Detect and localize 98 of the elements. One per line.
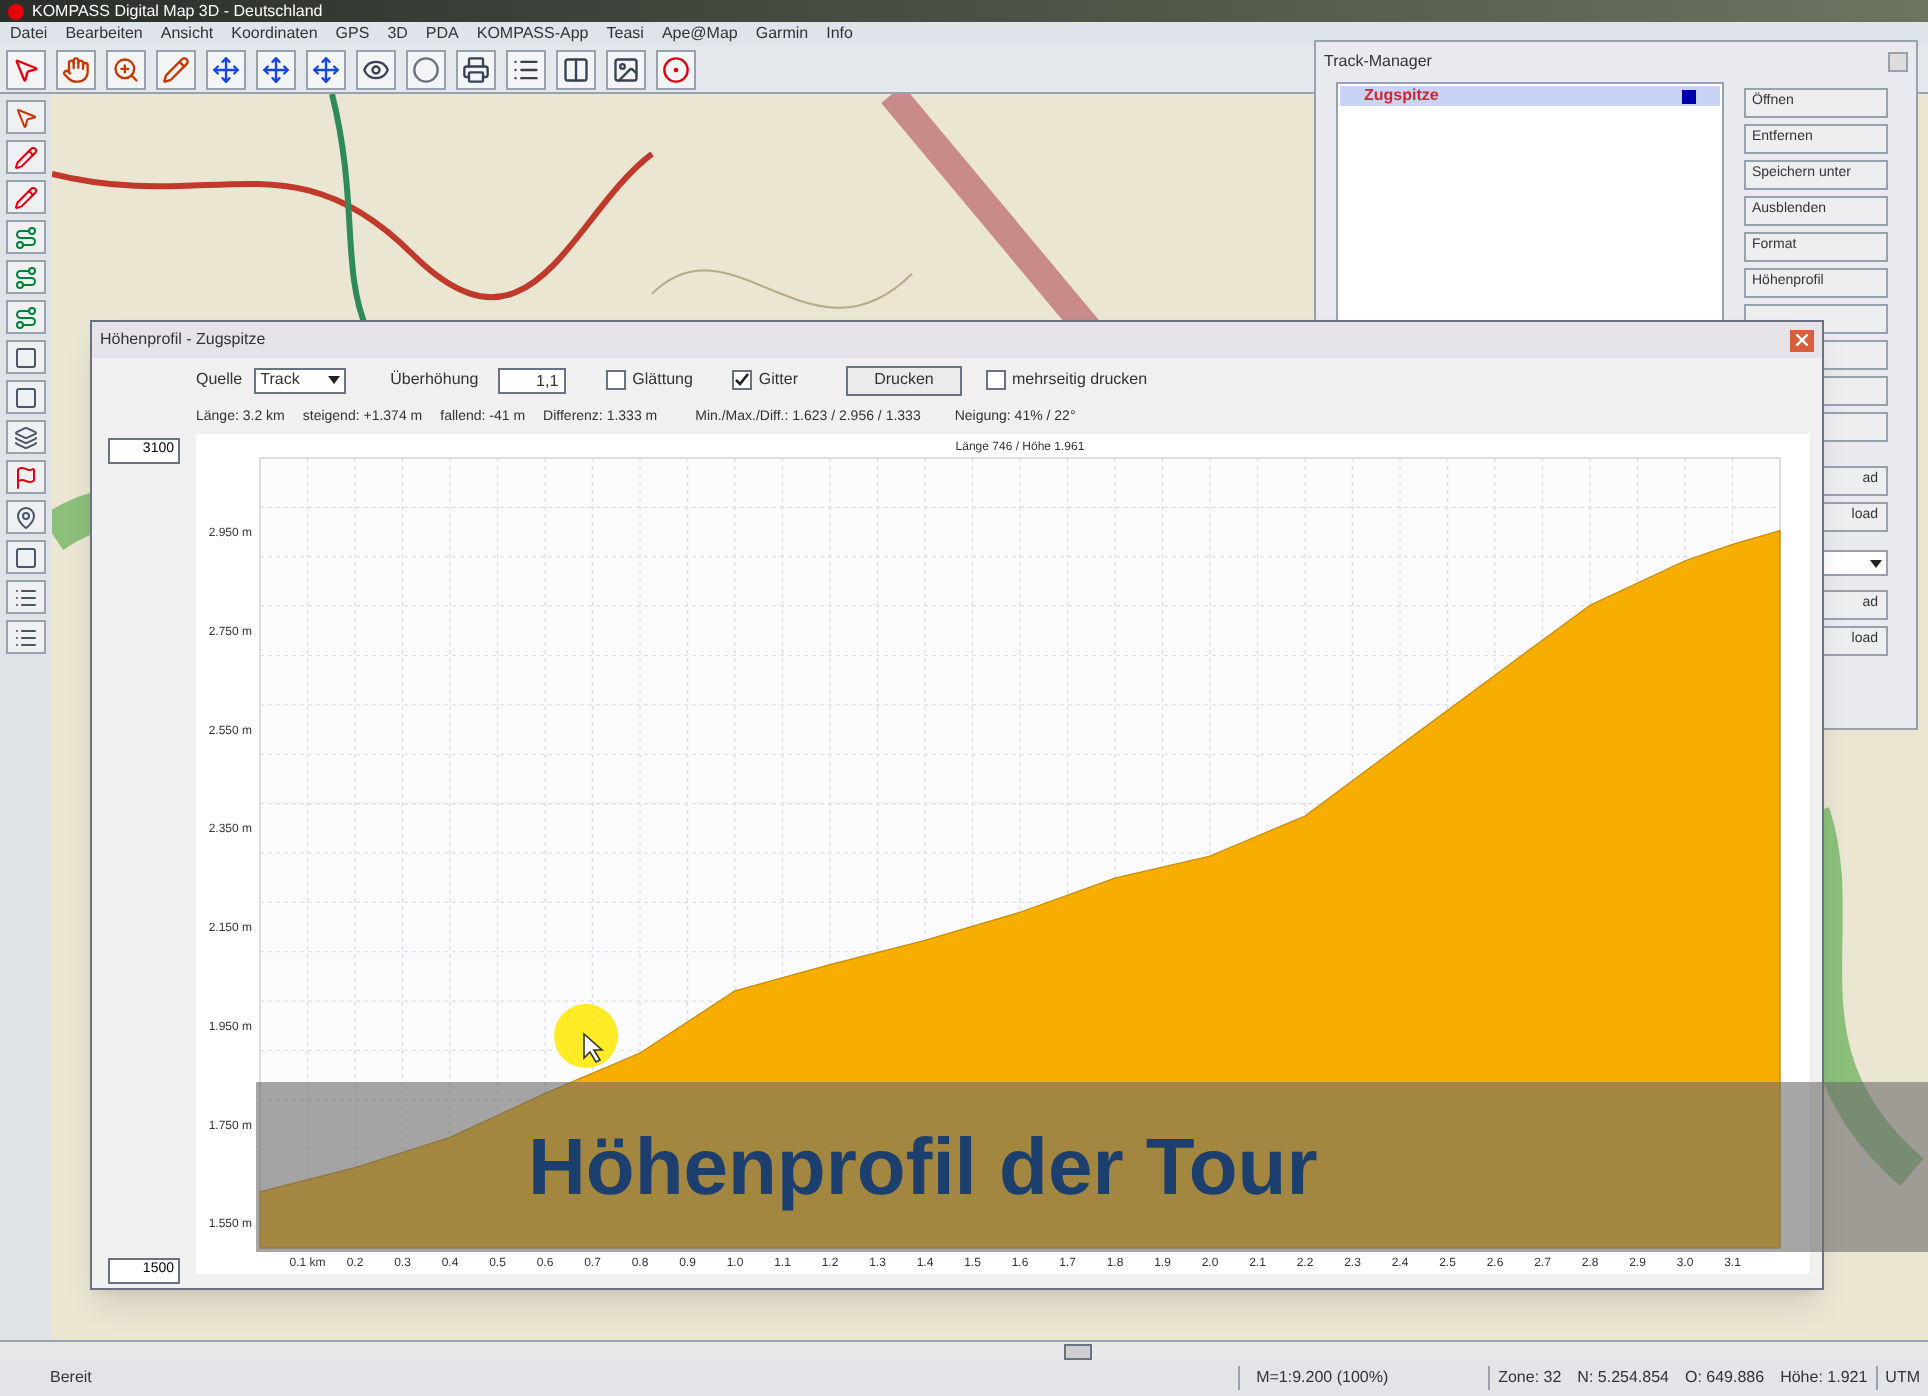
projection-text: UTM xyxy=(1875,1366,1928,1390)
tool-button[interactable] xyxy=(6,300,46,334)
window-title: KOMPASS Digital Map 3D - Deutschland xyxy=(32,3,323,19)
pencil-icon xyxy=(162,55,190,83)
tool-button[interactable] xyxy=(6,500,46,534)
square-icon xyxy=(14,545,38,569)
pointer-highlight-icon xyxy=(552,1002,620,1070)
option-label: Gitter xyxy=(758,368,798,392)
pencil-icon xyxy=(14,145,38,169)
track-item[interactable]: Zugspitze xyxy=(1340,86,1720,106)
checkmark-icon xyxy=(734,372,751,388)
image-icon xyxy=(612,55,640,83)
option-label: Glättung xyxy=(632,368,693,392)
coordinate-text: Höhe: 1.921 xyxy=(1778,1366,1870,1390)
toolbar-button[interactable] xyxy=(106,49,146,89)
app-logo-icon xyxy=(8,3,24,19)
route-icon xyxy=(14,225,38,249)
toolbar-button[interactable] xyxy=(356,49,396,89)
source-dropdown[interactable]: Track xyxy=(254,367,347,393)
coordinate-text: Zone: 32 xyxy=(1488,1366,1570,1390)
columns-icon xyxy=(562,55,590,83)
checkbox[interactable] xyxy=(732,370,753,390)
route-icon xyxy=(14,305,38,329)
tool-button[interactable] xyxy=(6,340,46,374)
menu-item[interactable]: Garmin xyxy=(755,26,809,42)
toolbar-button[interactable] xyxy=(506,49,546,89)
exaggeration-label: Überhöhung xyxy=(390,368,479,392)
horizontal-scrollbar[interactable] xyxy=(0,1340,1928,1360)
menu-item[interactable]: 3D xyxy=(387,26,408,42)
menu-item[interactable]: GPS xyxy=(335,26,370,42)
menu-item[interactable]: PDA xyxy=(425,26,459,42)
menu-item[interactable]: Info xyxy=(826,26,853,42)
menu-item[interactable]: Teasi xyxy=(606,26,644,42)
tool-button[interactable] xyxy=(6,140,46,174)
layers-icon xyxy=(14,425,38,449)
tool-button[interactable] xyxy=(6,460,46,494)
checkbox[interactable] xyxy=(606,370,627,390)
circle-icon xyxy=(412,55,440,83)
toolbar-button[interactable] xyxy=(556,49,596,89)
caret-icon xyxy=(328,376,341,384)
print-button[interactable]: Drucken xyxy=(845,365,962,395)
scale-text: M=1:9.200 (100%) xyxy=(1238,1366,1489,1390)
toolbar-button[interactable] xyxy=(56,49,96,89)
toolbar-button[interactable] xyxy=(406,49,446,89)
exaggeration-field[interactable]: 1,1 xyxy=(498,367,567,393)
checkbox[interactable] xyxy=(985,370,1006,390)
scroll-thumb[interactable] xyxy=(1064,1343,1092,1359)
tool-button[interactable] xyxy=(6,380,46,414)
menu-item[interactable]: Datei xyxy=(10,26,48,42)
move-icon xyxy=(262,55,290,83)
pointer-icon xyxy=(12,55,40,83)
source-label: Quelle xyxy=(196,368,243,392)
pin-icon xyxy=(14,505,38,529)
record-icon xyxy=(662,55,690,83)
toolbar-button[interactable] xyxy=(156,49,196,89)
tool-button[interactable] xyxy=(6,420,46,454)
window-title: Track-Manager xyxy=(1324,50,1432,74)
toolbar-button[interactable] xyxy=(606,49,646,89)
close-icon xyxy=(1796,334,1808,346)
move-icon xyxy=(312,55,340,83)
caret-icon xyxy=(1870,559,1882,567)
toolbar-button[interactable] xyxy=(6,49,46,89)
menu-item[interactable]: Bearbeiten xyxy=(65,26,143,42)
eye-icon xyxy=(362,55,390,83)
tool-button[interactable] xyxy=(6,580,46,614)
toolbar-button[interactable] xyxy=(656,49,696,89)
zoom-icon xyxy=(112,55,140,83)
caption-text: Höhenprofil der Tour xyxy=(528,1127,1318,1207)
list-icon xyxy=(512,55,540,83)
printer-icon xyxy=(462,55,490,83)
coordinate-text: N: 5.254.854 xyxy=(1575,1366,1671,1390)
status-text: Bereit xyxy=(48,1366,94,1390)
close-button[interactable] xyxy=(1790,329,1814,351)
move-icon xyxy=(212,55,240,83)
square-icon xyxy=(14,385,38,409)
menu-item[interactable]: Ansicht xyxy=(160,26,214,42)
square-icon xyxy=(14,345,38,369)
tool-button[interactable] xyxy=(6,540,46,574)
coordinate-text: O: 649.886 xyxy=(1682,1366,1767,1390)
menu-item[interactable]: KOMPASS-App xyxy=(476,26,589,42)
tool-button[interactable] xyxy=(6,220,46,254)
toolbar-button[interactable] xyxy=(456,49,496,89)
route-icon xyxy=(14,265,38,289)
tool-button[interactable] xyxy=(6,100,46,134)
option-label: mehrseitig drucken xyxy=(1011,368,1148,392)
window-title: Höhenprofil - Zugspitze xyxy=(100,328,266,352)
tool-button[interactable] xyxy=(6,260,46,294)
toolbar-button[interactable] xyxy=(306,49,346,89)
toolbar-button[interactable] xyxy=(256,49,296,89)
tool-button[interactable] xyxy=(6,180,46,214)
toolbar-button[interactable] xyxy=(206,49,246,89)
menu-item[interactable]: Koordinaten xyxy=(231,26,318,42)
tool-button[interactable] xyxy=(6,620,46,654)
menu-item[interactable]: Ape@Map xyxy=(661,26,738,42)
hand-icon xyxy=(62,55,90,83)
pencil-icon xyxy=(14,185,38,209)
flag-icon xyxy=(14,465,38,489)
pointer-icon xyxy=(14,105,38,129)
